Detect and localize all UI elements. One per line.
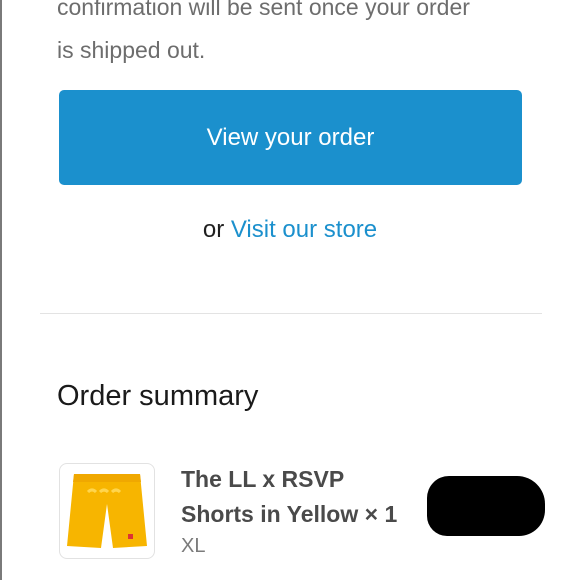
- product-variant: XL: [181, 535, 206, 557]
- store-link-line: or Visit our store: [0, 216, 580, 244]
- visit-store-link[interactable]: Visit our store: [231, 216, 377, 243]
- window-left-edge: [0, 0, 2, 580]
- view-order-button[interactable]: View your order: [59, 90, 522, 185]
- order-summary-heading: Order summary: [57, 380, 259, 412]
- product-title-line-1: The LL x RSVP: [181, 466, 345, 492]
- confirmation-line-1: confirmation will be sent once your orde…: [57, 0, 470, 20]
- store-prefix: or: [202, 216, 225, 243]
- price-redaction: [427, 476, 545, 536]
- product-title: The LL x RSVP Shorts in Yellow × 1: [181, 462, 431, 532]
- section-divider: [40, 313, 542, 314]
- confirmation-line-2: is shipped out.: [57, 37, 206, 63]
- yellow-shorts-image: [67, 474, 147, 548]
- product-title-line-2: Shorts in Yellow × 1: [181, 501, 398, 527]
- product-thumbnail: [59, 463, 155, 559]
- shipping-confirmation-text: confirmation will be sent once your orde…: [57, 0, 537, 72]
